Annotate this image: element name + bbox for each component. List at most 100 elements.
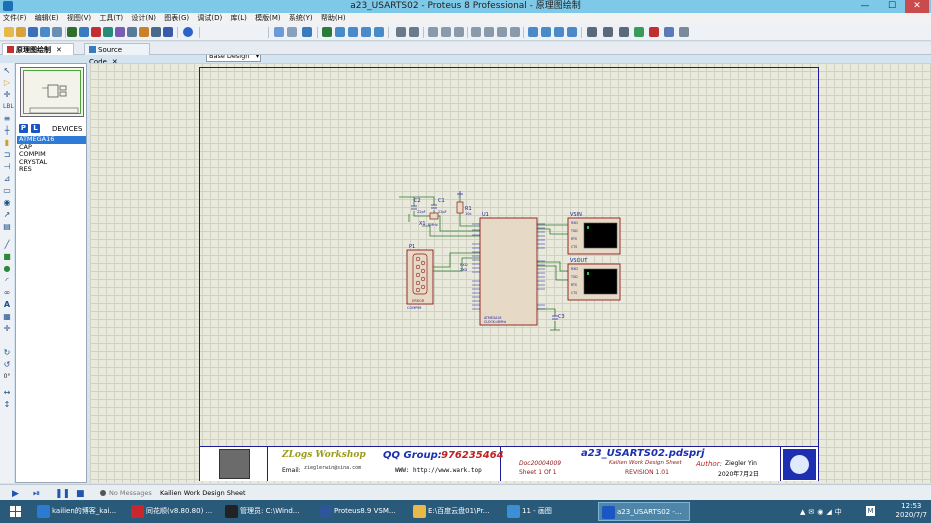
taskbar-item-tonghuashun[interactable]: 同花顺(v8.80.80) ...: [128, 502, 218, 521]
maximize-button[interactable]: ☐: [880, 0, 904, 13]
make-device-icon[interactable]: [541, 27, 551, 37]
step-icon[interactable]: ⏯: [33, 489, 40, 499]
rotate-ccw-icon[interactable]: ↺: [3, 361, 11, 369]
mirror-y-icon[interactable]: ↕: [3, 401, 11, 409]
bus-icon[interactable]: ┼: [3, 127, 11, 135]
exit-to-parent-icon[interactable]: [664, 27, 674, 37]
zoom-area-icon[interactable]: [374, 27, 384, 37]
circle-icon[interactable]: ●: [3, 265, 11, 273]
overview-window[interactable]: [20, 67, 84, 117]
junction-icon[interactable]: ✛: [3, 91, 11, 99]
decompose-icon[interactable]: [567, 27, 577, 37]
message-count[interactable]: No Messages: [109, 489, 152, 497]
menu-design[interactable]: 设计(N): [128, 13, 159, 24]
block-move-icon[interactable]: [484, 27, 494, 37]
menu-template[interactable]: 模版(M): [252, 13, 284, 24]
bom-icon[interactable]: [127, 27, 137, 37]
help-icon[interactable]: [183, 27, 193, 37]
taskbar-item-explorer[interactable]: E:\百度云盘01\Pr...: [410, 502, 500, 521]
origin-icon[interactable]: [302, 27, 312, 37]
list-item[interactable]: RES: [17, 165, 86, 174]
library-button[interactable]: L: [31, 124, 40, 133]
ime-icon[interactable]: M: [866, 506, 875, 516]
schematic-icon[interactable]: [79, 27, 89, 37]
menu-file[interactable]: 文件(F): [0, 13, 30, 24]
open-icon[interactable]: [16, 27, 26, 37]
source-code-icon[interactable]: [151, 27, 161, 37]
menu-help[interactable]: 帮助(H): [318, 13, 349, 24]
new-sheet-icon[interactable]: [634, 27, 644, 37]
menu-graph[interactable]: 图表(G): [161, 13, 192, 24]
close-project-icon[interactable]: [52, 27, 62, 37]
box-icon[interactable]: ■: [3, 253, 11, 261]
mirror-x-icon[interactable]: ↔: [3, 389, 11, 397]
taskbar-clock[interactable]: 12:53 2020/7/7: [896, 502, 927, 520]
wire-autoroute-icon[interactable]: [587, 27, 597, 37]
notes-icon[interactable]: [139, 27, 149, 37]
zoom-all-icon[interactable]: [361, 27, 371, 37]
copy-icon[interactable]: [441, 27, 451, 37]
selection-mode-icon[interactable]: ↖: [3, 67, 11, 75]
component-mode-icon[interactable]: ▷: [3, 79, 11, 87]
menu-debug[interactable]: 调试(D): [194, 13, 225, 24]
wire-label-icon[interactable]: LBL: [3, 103, 14, 111]
taskbar-item-cmd[interactable]: 管理员: C:\Wind...: [222, 502, 312, 521]
marker-icon[interactable]: ✛: [3, 325, 11, 333]
subcircuit-icon[interactable]: ▮: [3, 139, 11, 147]
line-icon[interactable]: ╱: [3, 241, 11, 249]
resistor-r1[interactable]: [456, 201, 464, 214]
zoom-out-icon[interactable]: [348, 27, 358, 37]
close-button[interactable]: ✕: [905, 0, 929, 13]
menu-system[interactable]: 系统(Y): [286, 13, 316, 24]
probe-icon[interactable]: ↗: [3, 211, 11, 219]
pin-icon[interactable]: ⊣: [3, 163, 11, 171]
schematic-canvas[interactable]: C2 22pF C1 22pF R1 10k X1 8MHz U1 P1 ERR…: [90, 63, 931, 483]
remove-sheet-icon[interactable]: [649, 27, 659, 37]
design-explorer-icon[interactable]: [163, 27, 173, 37]
instrument-icon[interactable]: ▤: [3, 223, 11, 231]
minimize-button[interactable]: —: [853, 0, 877, 13]
taskbar-item-paint[interactable]: 11 - 画图: [504, 502, 594, 521]
block-copy-icon[interactable]: [471, 27, 481, 37]
3d-icon[interactable]: [103, 27, 113, 37]
redo-icon[interactable]: [409, 27, 419, 37]
symbol-icon[interactable]: ▦: [3, 313, 11, 321]
path-icon[interactable]: ∞: [3, 289, 11, 297]
pick-device-icon[interactable]: [528, 27, 538, 37]
tape-icon[interactable]: ▭: [3, 187, 11, 195]
menu-library[interactable]: 库(L): [228, 13, 250, 24]
tab-schematic[interactable]: 原理图绘制 ✕: [2, 43, 74, 55]
mcu-u1[interactable]: [479, 217, 538, 326]
netlist-icon[interactable]: [679, 27, 689, 37]
stop-icon[interactable]: ■: [76, 489, 85, 499]
taskbar-item-blog[interactable]: kailien的博客_kai...: [34, 502, 124, 521]
new-icon[interactable]: [4, 27, 14, 37]
zoom-in-icon[interactable]: [335, 27, 345, 37]
crystal-x1[interactable]: [429, 212, 439, 220]
save-icon[interactable]: [28, 27, 38, 37]
pcb-icon[interactable]: [91, 27, 101, 37]
refresh-icon[interactable]: [274, 27, 284, 37]
rotate-cw-icon[interactable]: ↻: [3, 349, 11, 357]
pick-device-button[interactable]: P: [19, 124, 28, 133]
pause-icon[interactable]: ❚❚: [55, 489, 70, 499]
play-icon[interactable]: ▶: [12, 489, 19, 499]
block-delete-icon[interactable]: [510, 27, 520, 37]
text-script-icon[interactable]: ≡: [3, 115, 11, 123]
search-icon[interactable]: [603, 27, 613, 37]
terminal-icon[interactable]: ⊐: [3, 151, 11, 159]
gerber-icon[interactable]: [115, 27, 125, 37]
menu-edit[interactable]: 编辑(E): [32, 13, 62, 24]
system-tray[interactable]: ▲✉◉◢中: [800, 507, 860, 516]
arc-icon[interactable]: ◜: [3, 277, 11, 285]
taskbar-item-word[interactable]: Proteus8.9 VSM...: [316, 502, 406, 521]
package-tool-icon[interactable]: [554, 27, 564, 37]
graph-icon[interactable]: ⊿: [3, 175, 11, 183]
menu-view[interactable]: 视图(V): [64, 13, 94, 24]
generator-icon[interactable]: ◉: [3, 199, 11, 207]
taskbar-item-proteus[interactable]: a23_USARTS02 -...: [598, 502, 690, 521]
block-rotate-icon[interactable]: [497, 27, 507, 37]
import-icon[interactable]: [40, 27, 50, 37]
grid-icon[interactable]: [287, 27, 297, 37]
paste-icon[interactable]: [454, 27, 464, 37]
